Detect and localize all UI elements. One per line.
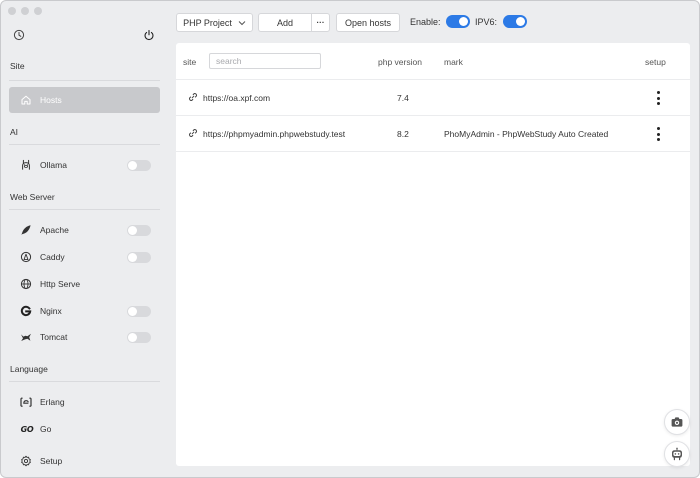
row-menu-button[interactable] bbox=[654, 91, 662, 105]
sidebar-item-label: Nginx bbox=[40, 306, 62, 316]
divider bbox=[9, 144, 160, 145]
sidebar-item-apache[interactable]: Apache bbox=[9, 217, 160, 243]
assistant-robot-button[interactable] bbox=[664, 441, 690, 467]
open-hosts-button[interactable]: Open hosts bbox=[336, 13, 400, 32]
sidebar-item-label: Hosts bbox=[40, 95, 62, 105]
caddy-toggle[interactable] bbox=[127, 252, 151, 263]
sidebar-item-nginx[interactable]: Nginx bbox=[9, 298, 160, 324]
app-window: Site Hosts AI Ollama Web Server Apache C… bbox=[0, 0, 700, 478]
sidebar-item-label: Setup bbox=[40, 456, 63, 466]
add-button-label: Add bbox=[276, 17, 293, 28]
sidebar-item-ollama[interactable]: Ollama bbox=[9, 152, 160, 178]
sidebar-item-erlang[interactable]: Erlang bbox=[9, 389, 160, 415]
nginx-toggle[interactable] bbox=[127, 306, 151, 317]
ipv6-label: IPV6: bbox=[475, 17, 498, 27]
mark-cell: PhoMyAdmin - PhpWebStudy Auto Created bbox=[444, 129, 609, 139]
divider bbox=[9, 80, 160, 81]
sidebar: Site Hosts AI Ollama Web Server Apache C… bbox=[1, 1, 169, 477]
feather-icon bbox=[20, 224, 32, 236]
row-divider bbox=[176, 79, 690, 80]
link-icon bbox=[188, 92, 198, 102]
go-logo-text: GO bbox=[16, 424, 34, 434]
apache-toggle[interactable] bbox=[127, 225, 151, 236]
minimize-window-button[interactable] bbox=[21, 7, 29, 15]
section-web-server: Web Server bbox=[10, 192, 55, 202]
column-header-site: site bbox=[183, 57, 197, 67]
tomcat-toggle[interactable] bbox=[127, 332, 151, 343]
ollama-icon bbox=[20, 159, 32, 171]
site-url-link[interactable]: https://oa.xpf.com bbox=[203, 93, 270, 103]
sidebar-item-hosts[interactable]: Hosts bbox=[9, 87, 160, 113]
row-divider bbox=[176, 115, 690, 116]
window-controls bbox=[8, 7, 42, 15]
sidebar-item-caddy[interactable]: Caddy bbox=[9, 244, 160, 270]
column-header-mark: mark bbox=[444, 57, 463, 67]
caddy-icon bbox=[20, 251, 32, 263]
row-menu-button[interactable] bbox=[654, 127, 662, 141]
hosts-panel: site php version mark setup https://oa.x… bbox=[176, 43, 690, 467]
section-language: Language bbox=[10, 364, 48, 374]
row-divider bbox=[176, 151, 690, 152]
divider bbox=[9, 209, 160, 210]
section-site: Site bbox=[10, 61, 25, 71]
nginx-icon bbox=[20, 305, 32, 317]
sidebar-item-setup[interactable]: Setup bbox=[9, 448, 160, 474]
go-icon: GO bbox=[14, 423, 36, 435]
enable-label: Enable: bbox=[410, 17, 441, 27]
more-button[interactable]: ··· bbox=[311, 13, 330, 32]
sidebar-item-go[interactable]: GO Go bbox=[9, 416, 160, 442]
column-header-setup: setup bbox=[645, 57, 666, 67]
link-icon bbox=[188, 128, 198, 138]
globe-icon bbox=[20, 278, 32, 290]
site-url-link[interactable]: https://phpmyadmin.phpwebstudy.test bbox=[203, 129, 345, 139]
php-version-cell: 8.2 bbox=[397, 129, 409, 139]
sidebar-item-label: Caddy bbox=[40, 252, 65, 262]
project-type-label: PHP Project bbox=[183, 17, 232, 28]
ollama-toggle[interactable] bbox=[127, 160, 151, 171]
sidebar-item-http-serve[interactable]: Http Serve bbox=[9, 271, 160, 297]
power-icon[interactable] bbox=[143, 29, 155, 41]
clock-icon[interactable] bbox=[13, 29, 25, 41]
maximize-window-button[interactable] bbox=[34, 7, 42, 15]
ipv6-toggle[interactable] bbox=[503, 15, 527, 28]
sidebar-item-tomcat[interactable]: Tomcat bbox=[9, 324, 160, 350]
divider bbox=[9, 381, 160, 382]
more-dots-icon: ··· bbox=[316, 18, 325, 27]
chevron-down-icon bbox=[238, 20, 246, 26]
php-version-cell: 7.4 bbox=[397, 93, 409, 103]
sidebar-item-label: Ollama bbox=[40, 160, 67, 170]
open-hosts-label: Open hosts bbox=[344, 17, 392, 28]
sidebar-item-label: Erlang bbox=[40, 397, 65, 407]
sidebar-item-label: Http Serve bbox=[40, 279, 81, 289]
tomcat-icon bbox=[20, 331, 32, 343]
sidebar-item-label: Go bbox=[40, 424, 52, 434]
sidebar-item-label: Apache bbox=[40, 225, 69, 235]
erlang-icon bbox=[20, 396, 32, 408]
close-window-button[interactable] bbox=[8, 7, 16, 15]
section-ai: AI bbox=[10, 127, 19, 137]
project-type-select[interactable]: PHP Project bbox=[176, 13, 253, 32]
robot-icon bbox=[670, 447, 684, 461]
enable-toggle[interactable] bbox=[446, 15, 470, 28]
sidebar-item-label: Tomcat bbox=[40, 332, 68, 342]
add-button[interactable]: Add bbox=[258, 13, 312, 32]
column-header-php-version: php version bbox=[378, 57, 422, 67]
search-input[interactable] bbox=[209, 53, 321, 69]
gear-icon bbox=[20, 455, 32, 467]
camera-button[interactable] bbox=[664, 409, 690, 435]
home-icon bbox=[20, 94, 32, 106]
camera-icon bbox=[670, 415, 684, 429]
